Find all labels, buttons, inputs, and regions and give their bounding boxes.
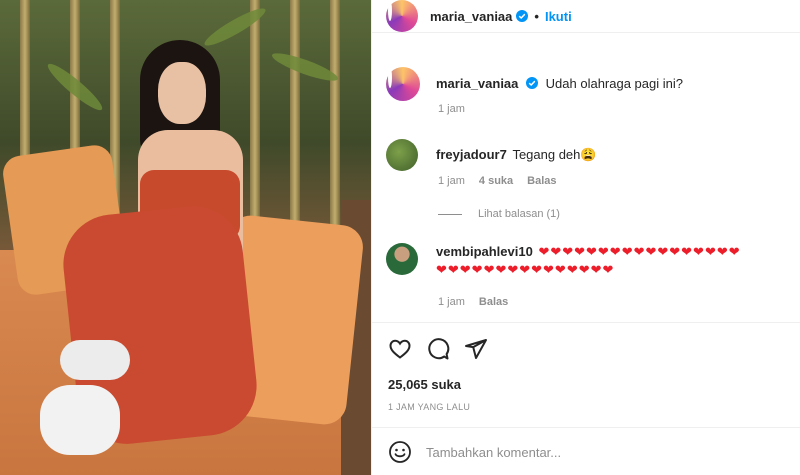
share-icon[interactable] (464, 337, 488, 361)
author-username[interactable]: maria_vaniaa (430, 9, 512, 24)
comment-likes[interactable]: 4 suka (479, 175, 513, 187)
heart-icon[interactable] (388, 337, 412, 361)
post-sidebar: maria_vaniaa • Ikuti maria_vaniaa Udah o… (371, 0, 800, 475)
comment-username[interactable]: vembipahlevi10 (436, 244, 533, 259)
view-replies-label: Lihat balasan (1) (478, 208, 560, 220)
reply-button[interactable]: Balas (479, 296, 508, 308)
view-replies-button[interactable]: Lihat balasan (1) (438, 208, 560, 220)
caption-meta: 1 jam (438, 103, 465, 115)
post-actions: 25,065 suka 1 JAM YANG LALU (372, 322, 800, 475)
comment-username[interactable]: freyjadour7 (436, 147, 507, 162)
comment-item: freyjadour7 Tegang deh😩 (386, 139, 597, 171)
caption: maria_vaniaa Udah olahraga pagi ini? (386, 67, 683, 101)
likes-count[interactable]: 25,065 suka (388, 377, 461, 392)
divider-line (438, 213, 462, 215)
comment-text-continued: ❤❤❤❤❤❤❤❤❤❤❤❤❤❤❤ (436, 262, 615, 277)
photo-detail (158, 62, 206, 124)
reply-button[interactable]: Balas (527, 175, 556, 187)
post-time[interactable]: 1 JAM YANG LALU (388, 402, 470, 412)
comment-composer (372, 427, 800, 475)
emoji-icon[interactable] (388, 440, 412, 464)
comment-avatar[interactable] (386, 139, 418, 171)
comment-text: Tegang deh😩 (512, 147, 597, 162)
comment-item: vembipahlevi10 ❤❤❤❤❤❤❤❤❤❤❤❤❤❤❤❤❤ ❤❤❤❤❤❤❤… (386, 243, 796, 279)
comment-time[interactable]: 1 jam (438, 175, 465, 187)
caption-username[interactable]: maria_vaniaa (436, 76, 518, 91)
follow-button[interactable]: Ikuti (545, 9, 572, 24)
caption-text: Udah olahraga pagi ini? (545, 76, 683, 91)
caption-time[interactable]: 1 jam (438, 103, 465, 115)
comment-meta: 1 jam 4 suka Balas (438, 175, 557, 187)
action-icons (388, 337, 488, 361)
separator-dot: • (534, 8, 539, 24)
comment-avatar[interactable] (386, 243, 418, 275)
comment-time[interactable]: 1 jam (438, 296, 465, 308)
comment-text: ❤❤❤❤❤❤❤❤❤❤❤❤❤❤❤❤❤ (538, 244, 741, 259)
post-photo[interactable] (0, 0, 371, 475)
post-header: maria_vaniaa • Ikuti (372, 0, 800, 33)
comment-icon[interactable] (426, 337, 450, 361)
comment-meta: 1 jam Balas (438, 296, 508, 308)
comment-input[interactable] (426, 444, 766, 460)
author-avatar[interactable] (386, 0, 418, 32)
verified-badge-icon (526, 77, 539, 89)
photo-detail (60, 340, 130, 380)
photo-detail (40, 385, 120, 455)
verified-badge-icon (516, 10, 529, 22)
caption-avatar[interactable] (386, 67, 420, 101)
